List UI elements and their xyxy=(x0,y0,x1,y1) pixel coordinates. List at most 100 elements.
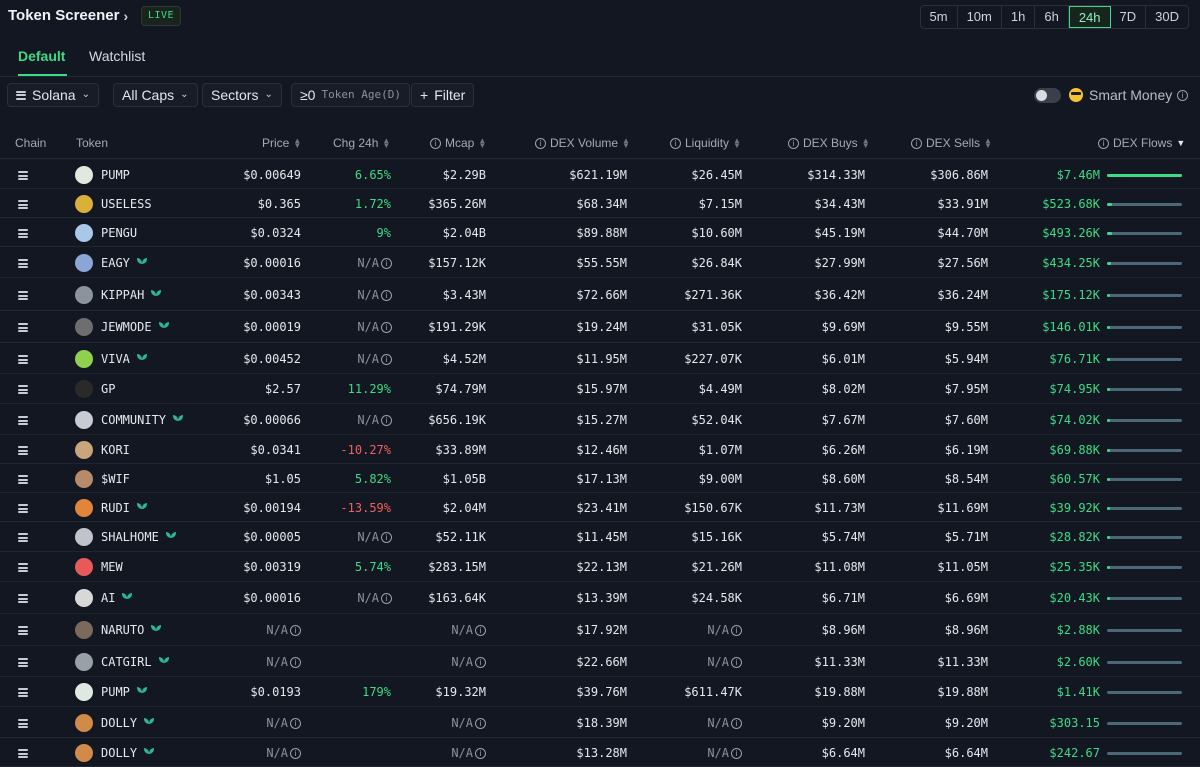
table-row[interactable]: AI $0.00016 N/A i $163.64K $13.39M $24.58K $6.7… xyxy=(0,582,1200,614)
token-age-filter[interactable]: ≥0 Token Age(D) xyxy=(291,83,410,107)
price-cell: N/A i xyxy=(266,746,301,760)
liquidity-cell-value: $7.15M xyxy=(698,197,742,211)
token-name[interactable]: NARUTO xyxy=(101,623,162,637)
screener-title[interactable]: Token Screener › xyxy=(8,7,128,24)
add-filter-button[interactable]: + Filter xyxy=(411,83,475,107)
col-chg-24h[interactable]: Chg 24h ▲ ▼ xyxy=(333,136,390,150)
liquidity-cell: $611.47K xyxy=(684,685,742,699)
info-icon: i xyxy=(381,593,392,604)
buys-cell: $6.71M xyxy=(822,591,865,605)
token-name[interactable]: USELESS xyxy=(101,197,152,211)
mcap-cell-value: $191.29K xyxy=(428,320,486,334)
timeframe-10m[interactable]: 10m xyxy=(958,6,1002,28)
col-dex-buys[interactable]: i DEX Buys ▲ ▼ xyxy=(788,136,870,150)
price-cell: $0.00019 xyxy=(243,320,301,334)
token-name[interactable]: KIPPAH xyxy=(101,288,162,302)
token-name[interactable]: DOLLY xyxy=(101,716,155,730)
token-name[interactable]: PUMP xyxy=(101,168,130,182)
table-row[interactable]: NARUTO N/A i N/A i $17.92M N/A i $8.96M $8.96M $2.… xyxy=(0,614,1200,646)
table-row[interactable]: USELESS $0.365 1.72% $365.26M $68.34M $7.15M $… xyxy=(0,189,1200,218)
volume-cell: $22.13M xyxy=(576,560,627,574)
token-name[interactable]: GP xyxy=(101,382,115,396)
token-name[interactable]: RUDI xyxy=(101,501,148,515)
token-name[interactable]: DOLLY xyxy=(101,746,155,760)
token-name[interactable]: PUMP xyxy=(101,685,148,699)
tab-watchlist[interactable]: Watchlist xyxy=(89,48,145,64)
col-price[interactable]: Price ▲ ▼ xyxy=(262,136,301,150)
token-logo-icon xyxy=(75,286,93,304)
volume-cell-value: $11.45M xyxy=(576,530,627,544)
solana-icon xyxy=(16,90,26,100)
token-name[interactable]: COMMUNITY xyxy=(101,413,184,427)
table-row[interactable]: VIVA $0.00452 N/A i $4.52M $11.95M $227.07K $6.… xyxy=(0,343,1200,374)
table-row[interactable]: RUDI $0.00194 -13.59% $2.04M $23.41M $150.67K… xyxy=(0,493,1200,522)
buys-cell: $314.33M xyxy=(807,168,865,182)
buys-cell-value: $314.33M xyxy=(807,168,865,182)
table-row[interactable]: DOLLY N/A i N/A i $13.28M N/A i $6.64M $6.64M $242… xyxy=(0,738,1200,767)
flows-cell: $2.60K xyxy=(1057,655,1100,669)
table-row[interactable]: PUMP $0.00649 6.65% $2.29B $621.19M $26.45M $3… xyxy=(0,160,1200,189)
token-logo-icon xyxy=(75,683,93,701)
token-name[interactable]: EAGY xyxy=(101,256,148,270)
new-token-sprout-icon xyxy=(144,748,155,758)
table-row[interactable]: COMMUNITY $0.00066 N/A i $656.19K $15.27M $52.… xyxy=(0,404,1200,435)
token-name[interactable]: JEWMODE xyxy=(101,320,170,334)
token-symbol: KORI xyxy=(101,443,130,457)
sort-icon: ▲ ▼ xyxy=(622,136,630,150)
table-row[interactable]: KORI $0.0341 -10.27% $33.89M $12.46M $1.07M $6… xyxy=(0,435,1200,464)
token-name[interactable]: CATGIRL xyxy=(101,655,170,669)
volume-cell-value: $72.66M xyxy=(576,288,627,302)
table-row[interactable]: JEWMODE $0.00019 N/A i $191.29K $19.24M $31.05… xyxy=(0,311,1200,343)
col-dex-flows[interactable]: i DEX Flows ▼ xyxy=(1098,136,1185,150)
token-name[interactable]: MEW xyxy=(101,560,123,574)
token-name[interactable]: SHALHOME xyxy=(101,530,177,544)
info-icon[interactable]: i xyxy=(1177,90,1188,101)
table-row[interactable]: CATGIRL N/A i N/A i $22.66M N/A i $11.33M $11.33M… xyxy=(0,646,1200,677)
table-row[interactable]: DOLLY N/A i N/A i $18.39M N/A i $9.20M $9.20M $303… xyxy=(0,707,1200,738)
volume-cell-value: $15.27M xyxy=(576,413,627,427)
timeframe-6h[interactable]: 6h xyxy=(1035,6,1069,28)
token-name[interactable]: VIVA xyxy=(101,352,148,366)
chg-cell-value: 6.65% xyxy=(354,168,391,182)
mcap-cell: N/A i xyxy=(451,746,486,760)
table-row[interactable]: PUMP $0.0193 179% $19.32M $39.76M $611.47K $19… xyxy=(0,677,1200,707)
flows-cell-value: $175.12K xyxy=(1042,288,1100,302)
price-cell: $0.00343 xyxy=(243,288,301,302)
caps-select[interactable]: All Caps ⌄ xyxy=(113,83,198,107)
info-icon: i xyxy=(430,137,441,149)
table-row[interactable]: PENGU $0.0324 9% $2.04B $89.88M $10.60M $45.19… xyxy=(0,218,1200,247)
volume-cell-value: $19.24M xyxy=(576,320,627,334)
table-row[interactable]: MEW $0.00319 5.74% $283.15M $22.13M $21.26M $1… xyxy=(0,552,1200,582)
timeframe-24h[interactable]: 24h xyxy=(1068,6,1111,28)
timeframe-5m[interactable]: 5m xyxy=(921,6,958,28)
flow-bar xyxy=(1107,232,1182,235)
info-icon: i xyxy=(381,354,392,365)
token-name[interactable]: KORI xyxy=(101,443,130,457)
token-logo-icon xyxy=(75,254,93,272)
token-name[interactable]: AI xyxy=(101,591,133,605)
table-row[interactable]: GP $2.57 11.29% $74.79M $15.97M $4.49M $8.02M $… xyxy=(0,374,1200,404)
chain-select[interactable]: Solana ⌄ xyxy=(7,83,99,107)
sectors-select[interactable]: Sectors ⌄ xyxy=(202,83,282,107)
col-dex-sells[interactable]: i DEX Sells ▲ ▼ xyxy=(911,136,992,150)
table-row[interactable]: $WIF $1.05 5.82% $1.05B $17.13M $9.00M $8.60M $… xyxy=(0,464,1200,493)
timeframe-1h[interactable]: 1h xyxy=(1002,6,1036,28)
col-mcap[interactable]: i Mcap ▲ ▼ xyxy=(430,136,486,150)
col-liquidity[interactable]: i Liquidity ▲ ▼ xyxy=(670,136,741,150)
token-name[interactable]: PENGU xyxy=(101,226,137,240)
sells-cell: $5.94M xyxy=(945,352,988,366)
liquidity-cell: $24.58K xyxy=(691,591,742,605)
tab-default[interactable]: Default xyxy=(18,48,65,64)
mcap-cell: $1.05B xyxy=(443,472,486,486)
timeframe-7d[interactable]: 7D xyxy=(1111,6,1147,28)
token-name[interactable]: $WIF xyxy=(101,472,130,486)
timeframe-30d[interactable]: 30D xyxy=(1146,6,1188,28)
flows-cell-value: $7.46M xyxy=(1056,168,1100,182)
smart-money-toggle[interactable] xyxy=(1034,88,1061,103)
table-row[interactable]: SHALHOME $0.00005 N/A i $52.11K $11.45M $15.16… xyxy=(0,522,1200,552)
chg-cell-value: 179% xyxy=(362,685,391,699)
table-row[interactable]: KIPPAH $0.00343 N/A i $3.43M $72.66M $271.36K $… xyxy=(0,278,1200,311)
col-dex-volume[interactable]: i DEX Volume ▲ ▼ xyxy=(535,136,630,150)
table-row[interactable]: EAGY $0.00016 N/A i $157.12K $55.55M $26.84K $2… xyxy=(0,247,1200,278)
volume-cell-value: $22.66M xyxy=(576,655,627,669)
